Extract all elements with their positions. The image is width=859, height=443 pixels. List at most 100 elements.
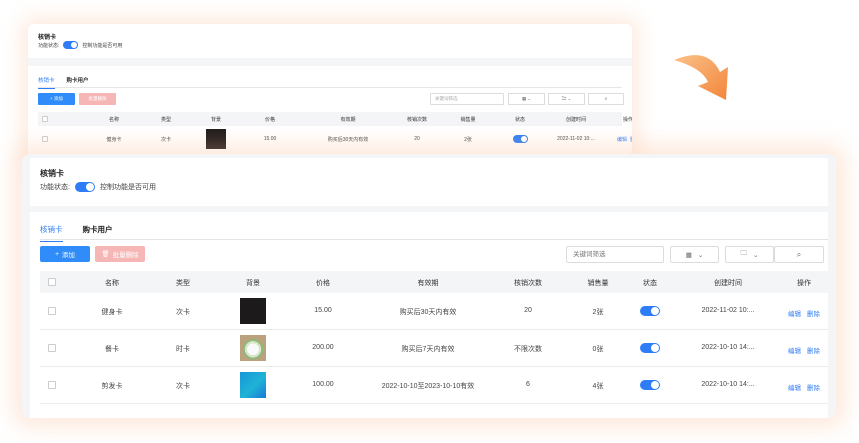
back-delete-link[interactable]: 删除 — [630, 136, 632, 143]
edit-link[interactable]: 编辑 — [788, 382, 801, 392]
back-cell-name: 健身卡 — [106, 137, 122, 143]
back-delete-label: 批量删除 — [88, 96, 107, 101]
page-title: 核销卡 — [40, 169, 64, 178]
back-main-panel: 核销卡 购卡用户 + 添加 批量删除 关键词筛选 ▦ ⌄ 🗀 ⌄ ⌕ 名称 类型… — [28, 66, 632, 156]
cell-validity: 购买后7天内有效 — [401, 346, 455, 353]
delete-link[interactable]: 删除 — [807, 345, 820, 355]
back-tab-divider — [38, 87, 622, 88]
col-actions: 操作 — [797, 280, 811, 287]
back-col-created: 创建时间 — [565, 117, 587, 123]
back-batch-delete-button[interactable]: 批量删除 — [79, 93, 116, 105]
row-checkbox[interactable] — [48, 381, 56, 389]
back-folder-select[interactable]: 🗀 ⌄ — [548, 93, 585, 105]
cell-type: 次卡 — [176, 383, 190, 390]
col-name: 名称 — [105, 280, 119, 287]
col-validity: 有效期 — [417, 280, 439, 287]
back-view-select[interactable]: ▦ ⌄ — [508, 93, 545, 105]
status-desc: 控制功能是否可用 — [99, 184, 156, 191]
back-add-button[interactable]: + 添加 — [38, 93, 75, 105]
col-status: 状态 — [643, 280, 657, 287]
col-bg: 背景 — [246, 280, 260, 287]
table-row: 餐卡 时卡 200.00 购买后7天内有效 不限次数 0张 2022-10-10… — [40, 330, 828, 367]
cell-type: 时卡 — [176, 346, 190, 353]
back-row-checkbox[interactable] — [42, 136, 48, 142]
cell-sales: 4张 — [592, 383, 604, 390]
cell-count: 6 — [526, 381, 530, 388]
search-input[interactable] — [566, 246, 664, 263]
back-cell-count: 20 — [414, 136, 420, 142]
main-card: 核销卡 功能状态: 控制功能是否可用 核销卡 购卡用户 + 添加 🗑 批量删除 … — [22, 154, 836, 418]
grid-icon: ▦ — [685, 251, 692, 259]
chevron-down-icon: ⌄ — [697, 251, 704, 259]
col-created: 创建时间 — [714, 280, 742, 287]
back-col-bg: 背景 — [210, 117, 222, 123]
cell-price: 200.00 — [312, 344, 334, 351]
search-button[interactable]: ⌕ — [774, 246, 824, 263]
cell-name: 剪发卡 — [101, 383, 123, 390]
cell-price: 100.00 — [312, 381, 334, 388]
row-checkbox[interactable] — [48, 307, 56, 315]
cell-status-toggle[interactable] — [640, 306, 660, 316]
col-price: 价格 — [316, 280, 330, 287]
edit-link[interactable]: 编辑 — [788, 308, 801, 318]
back-status-toggle[interactable] — [63, 41, 79, 49]
cell-count: 20 — [524, 307, 532, 314]
folder-icon: 🗀 ⌄ — [561, 96, 572, 101]
tab-divider — [40, 239, 828, 240]
back-cell-status-toggle[interactable] — [513, 135, 528, 143]
back-col-price: 价格 — [264, 117, 276, 123]
back-cell-created: 2022-11-02 10:... — [557, 136, 595, 142]
back-cell-bg-image — [206, 129, 226, 149]
back-table-header: 名称 类型 背景 价格 有效期 核销次数 销售量 状态 创建时间 操作 — [38, 112, 632, 126]
edit-link[interactable]: 编辑 — [788, 345, 801, 355]
cell-created: 2022-10-10 14:... — [701, 381, 755, 388]
delete-link[interactable]: 删除 — [807, 382, 820, 392]
cell-sales: 2张 — [592, 309, 604, 316]
batch-delete-label: 批量删除 — [112, 252, 139, 259]
chevron-down-icon: ⌄ — [753, 251, 759, 259]
add-button[interactable]: + 添加 — [40, 246, 90, 262]
cell-status-toggle[interactable] — [640, 343, 660, 353]
cell-price: 15.00 — [314, 307, 332, 314]
cell-type: 次卡 — [176, 309, 190, 316]
back-col-name: 名称 — [108, 117, 120, 123]
back-col-type: 类型 — [160, 117, 172, 123]
col-sales: 销售量 — [587, 280, 609, 287]
cell-bg-image — [240, 298, 266, 324]
back-edit-link[interactable]: 编辑 — [617, 136, 627, 143]
col-count: 核销次数 — [514, 280, 542, 287]
cell-validity: 2022-10-10至2023-10-10有效 — [381, 383, 475, 390]
preview-card-back: 核销卡 功能状态: 控制功能是否可用 核销卡 购卡用户 + 添加 批量删除 关键… — [28, 24, 632, 156]
cell-created: 2022-11-02 10:... — [701, 307, 755, 314]
delete-link[interactable]: 删除 — [807, 308, 820, 318]
back-col-validity: 有效期 — [340, 117, 356, 123]
folder-select[interactable]: 🗀 ⌄ — [725, 246, 774, 263]
search-icon: ⌕ — [604, 96, 608, 102]
cell-bg-image — [240, 335, 266, 361]
row-checkbox[interactable] — [48, 344, 56, 352]
header-panel: 核销卡 功能状态: 控制功能是否可用 — [30, 158, 828, 206]
view-select[interactable]: ▦ ⌄ — [670, 246, 719, 263]
cell-created: 2022-10-10 14:... — [701, 344, 755, 351]
cell-validity: 购买后30天内有效 — [399, 309, 457, 316]
cell-bg-image — [240, 372, 266, 398]
cell-status-toggle[interactable] — [640, 380, 660, 390]
batch-delete-button[interactable]: 🗑 批量删除 — [95, 246, 145, 262]
back-search-input[interactable]: 关键词筛选 — [430, 93, 504, 105]
cell-sales: 0张 — [592, 346, 604, 353]
back-search-button[interactable]: ⌕ — [588, 93, 624, 105]
back-status-desc: 控制功能是否可用 — [82, 42, 123, 49]
status-row: 功能状态: 控制功能是否可用 — [40, 182, 156, 192]
curved-arrow-icon — [674, 55, 728, 100]
back-cell-type: 次卡 — [160, 137, 172, 143]
back-col-sales: 销售量 — [460, 117, 476, 123]
back-select-all-checkbox[interactable] — [42, 116, 48, 122]
back-cell-validity: 购买后30天内有效 — [327, 137, 369, 143]
cell-count: 不限次数 — [514, 346, 542, 353]
status-toggle[interactable] — [74, 182, 95, 192]
plus-icon: + — [55, 250, 59, 258]
folder-icon: 🗀 — [740, 250, 748, 257]
search-icon: ⌕ — [796, 249, 802, 259]
select-all-checkbox[interactable] — [48, 278, 56, 286]
table-header: 名称 类型 背景 价格 有效期 核销次数 销售量 状态 创建时间 操作 — [40, 271, 828, 293]
